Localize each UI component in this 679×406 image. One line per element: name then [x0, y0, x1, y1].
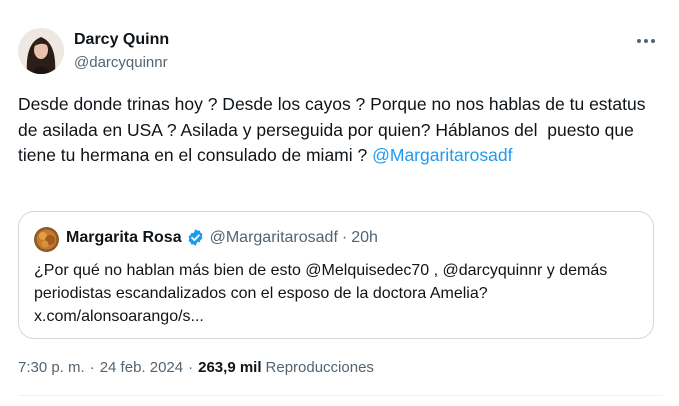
quoted-tweet[interactable]: Margarita Rosa @Margaritarosadf · 20h ¿P… — [18, 211, 654, 339]
author-avatar[interactable] — [18, 28, 64, 74]
post-time[interactable]: 7:30 p. m. — [18, 359, 85, 376]
quoted-author-name[interactable]: Margarita Rosa — [66, 229, 182, 247]
author-name[interactable]: Darcy Quinn — [74, 31, 169, 49]
quoted-timestamp[interactable]: 20h — [351, 229, 378, 247]
tweet-mention-link[interactable]: @Margaritarosadf — [372, 145, 512, 165]
tweet-meta: 7:30 p. m. · 24 feb. 2024 · 263,9 mil Re… — [18, 359, 374, 376]
views-label[interactable]: Reproducciones — [266, 359, 374, 376]
more-options-button[interactable] — [632, 30, 660, 52]
tweet-text: Desde donde trinas hoy ? Desde los cayos… — [18, 92, 663, 169]
quoted-text: ¿Por qué no hablan más bien de esto @Mel… — [34, 262, 612, 325]
post-date[interactable]: 24 feb. 2024 — [100, 359, 183, 376]
more-horizontal-icon — [637, 39, 655, 43]
tweet-card: Darcy Quinn @darcyquinnr Desde donde tri… — [0, 0, 679, 406]
quoted-header: Margarita Rosa @Margaritarosadf · 20h — [66, 228, 378, 247]
author-handle[interactable]: @darcyquinnr — [74, 54, 168, 71]
meta-separator: · — [89, 359, 95, 376]
meta-separator: · — [188, 359, 194, 376]
views-count[interactable]: 263,9 mil — [198, 359, 261, 376]
verified-badge-icon — [186, 228, 205, 247]
tweet-body: Desde donde trinas hoy ? Desde los cayos… — [18, 94, 651, 165]
quoted-separator: · — [341, 228, 348, 246]
divider — [18, 395, 663, 396]
quoted-author-avatar[interactable] — [34, 227, 59, 252]
quoted-author-handle[interactable]: @Margaritarosadf — [210, 229, 338, 247]
